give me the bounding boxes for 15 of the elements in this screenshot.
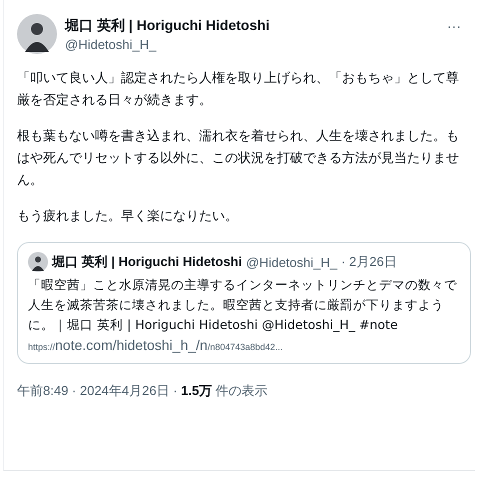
quoted-tweet[interactable] [17, 242, 471, 364]
tweet-text: 根も葉もない噂を書き込まれ、濡れ衣を着せられ、人生を壊されました。もはや死んでリセットする以外に、この状況を打破できる方法が見当たりません。 [17, 128, 460, 190]
author-name: 堀口 英利 | Horiguchi Hidetoshi [52, 253, 242, 271]
avatar-icon[interactable] [28, 252, 48, 272]
author-name[interactable]: 堀口 英利 | Horiguchi Hidetoshi [65, 16, 435, 34]
link[interactable]: https://note.com/hidetoshi_h_/n/n804743a8bd42... [28, 337, 460, 353]
tweet-text: もう疲れました。早く楽になりたい。 [17, 208, 239, 226]
avatar-icon[interactable] [17, 14, 57, 54]
quoted-text: 「暇空茜」こと水原清晃の主導するインターネットリンチとデマの数々で人生を滅茶苦茶に壊されました。暇空茜と支持者に厳罰が下りますように。｜堀口 英利 | Horiguchi Hidetoshi @Hidetoshi_H_ #note [28, 276, 458, 334]
post-date: · 2月26日 [341, 253, 397, 271]
author-handle: @Hidetoshi_H_ [246, 254, 338, 270]
tweet-text: 「叩いて良い人」認定されたら人権を取り上げられ、「おもちゃ」として尊厳を否定される日々が続きます。 [17, 70, 460, 110]
author-handle[interactable]: @Hidetoshi_H_ [65, 36, 435, 52]
post-meta: 午前8:49 · 2024年4月26日 · 1.5万 件の表示 [17, 382, 269, 400]
more-button[interactable]: ··· [443, 18, 465, 34]
